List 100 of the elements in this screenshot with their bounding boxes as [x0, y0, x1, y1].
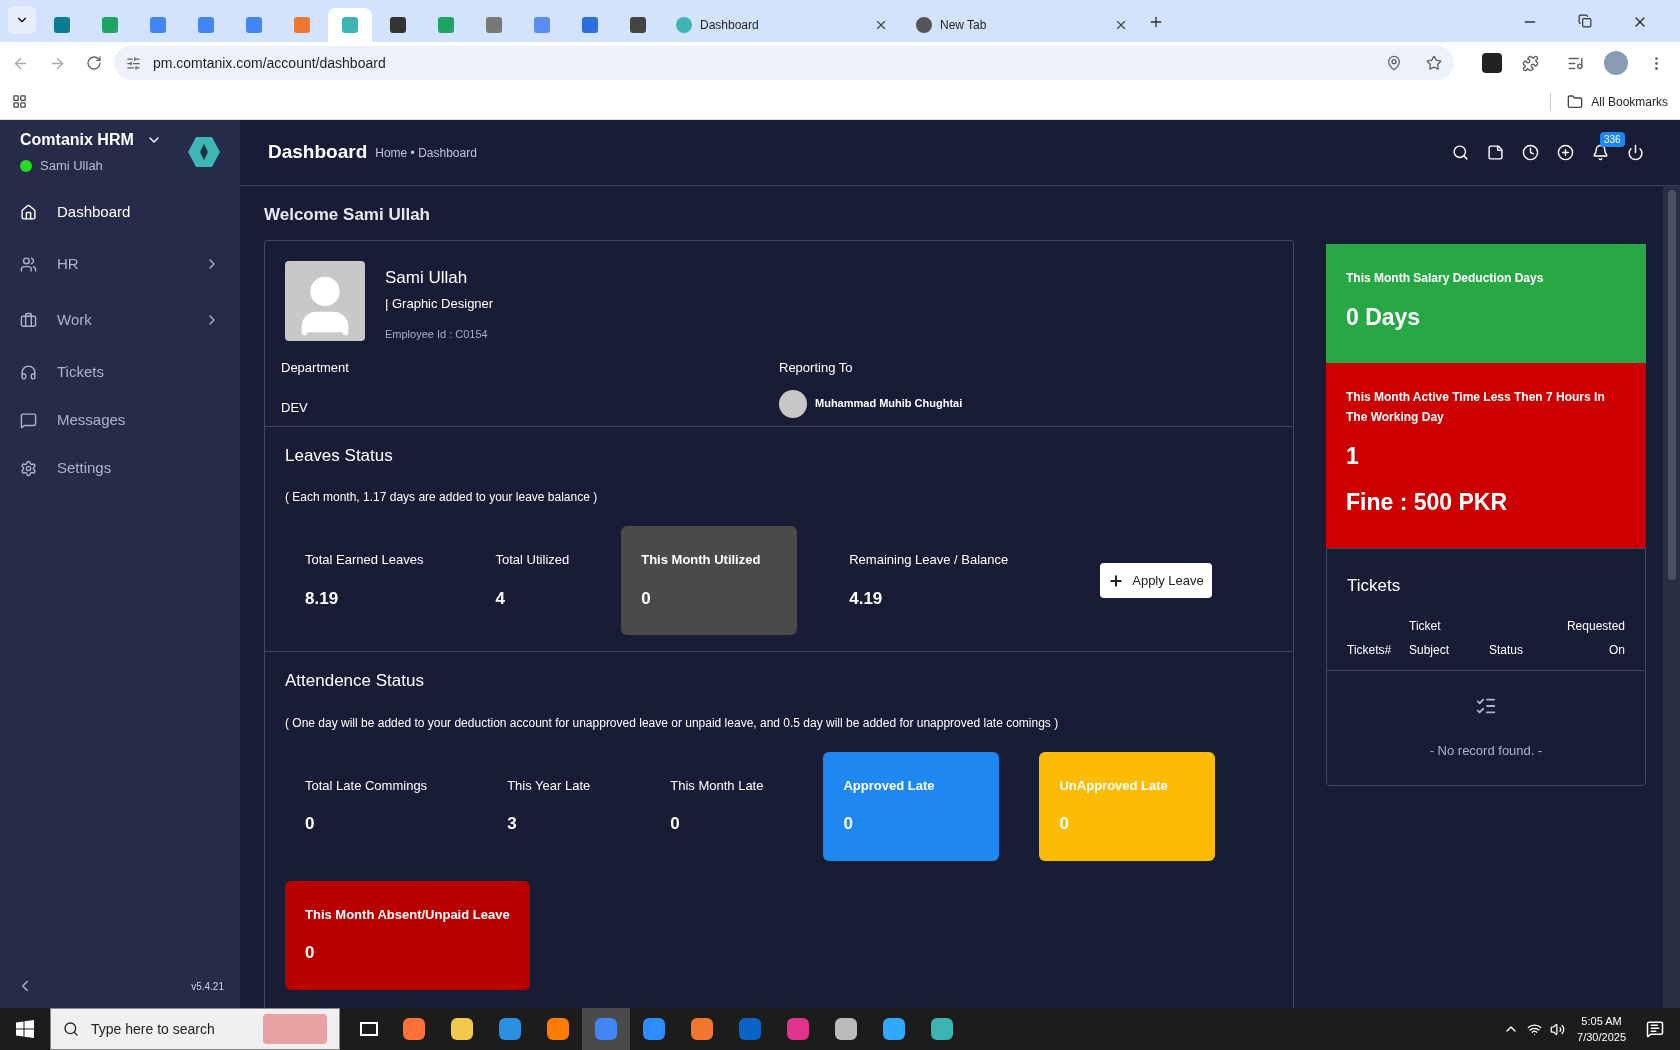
task-view-icon[interactable]: [360, 1022, 378, 1036]
avatar-icon[interactable]: [1604, 51, 1628, 75]
close-icon[interactable]: [874, 18, 888, 32]
search-highlight-picture: [263, 1014, 327, 1044]
briefcase-icon: [20, 311, 37, 329]
folder-icon: [1567, 93, 1584, 110]
welcome-heading: Welcome Sami Ullah: [264, 204, 431, 226]
column-header: Requested On: [1565, 618, 1625, 659]
apply-leave-button[interactable]: Apply Leave: [1100, 562, 1212, 599]
stat-label: UnApproved Late: [1059, 776, 1169, 795]
avatar-placeholder: [779, 389, 807, 418]
column-header: Tickets#: [1347, 642, 1393, 659]
stat-label: This Month Absent/Unpaid Leave: [305, 905, 510, 924]
network-icon[interactable]: [1527, 1021, 1543, 1037]
section-note: ( One day will be added to your deduction account for unapproved leave or unpaid leave, and 0.5 day will be added for unapproved late comings ): [285, 714, 1060, 732]
people-icon: [20, 255, 37, 273]
section-note: ( Each month, 1.17 days are added to your leave balance ): [285, 489, 599, 506]
stat-value: 0: [1059, 813, 1070, 835]
reload-icon[interactable]: [86, 55, 102, 71]
column-header: Ticket Subject: [1409, 618, 1451, 659]
notification-badge: 336: [1600, 132, 1625, 147]
stat-value: 8.19: [305, 587, 340, 610]
taskbar-search-field[interactable]: Type here to search: [50, 1008, 340, 1050]
clock[interactable]: 5:05 AM 7/30/2025: [1577, 1013, 1626, 1045]
search-icon[interactable]: [1452, 144, 1469, 161]
sidebar-item[interactable]: Work: [0, 292, 240, 348]
sidebar-item[interactable]: HR: [0, 236, 240, 292]
browser-tab[interactable]: New Tab: [904, 8, 1140, 42]
apps-icon[interactable]: [12, 94, 27, 109]
tab-title: New Tab: [940, 17, 988, 34]
stat-value: 0: [843, 813, 854, 835]
stat-label: This Month Late: [670, 776, 764, 795]
extension-icon[interactable]: [1482, 53, 1502, 73]
stat-label: Approved Late: [843, 776, 936, 795]
volume-icon[interactable]: [1550, 1021, 1566, 1037]
card-value: Fine : 500 PKR: [1346, 488, 1509, 517]
bell-icon[interactable]: [1592, 144, 1609, 161]
empty-message: - No record found. -: [1429, 742, 1543, 760]
breadcrumb: Home • Dashboard: [375, 144, 477, 162]
address-bar[interactable]: pm.comtanix.com/account/dashboard: [114, 46, 1454, 80]
employee-name: Sami Ullah: [385, 266, 469, 289]
clock-icon[interactable]: [1522, 144, 1539, 161]
panel-title: Tickets: [1346, 574, 1402, 597]
stat-value: 3: [507, 813, 518, 835]
message-icon: [20, 411, 37, 429]
sidebar-item[interactable]: Settings: [0, 444, 240, 492]
page-title: Dashboard: [268, 140, 368, 165]
version-text: v5.4.21: [191, 979, 224, 994]
power-icon[interactable]: [1627, 144, 1644, 161]
logo-icon: [188, 137, 220, 167]
card-title: This Month Active Time Less Then 7 Hours In The Working Day: [1346, 388, 1606, 426]
star-icon[interactable]: [1426, 55, 1442, 71]
field-label: Department: [281, 359, 350, 377]
stat-value: 0: [641, 587, 652, 610]
gear-icon: [20, 459, 37, 477]
stat-value: 4.19: [849, 587, 884, 610]
sidebar-item[interactable]: Tickets: [0, 348, 240, 396]
field-label: Reporting To: [779, 359, 854, 377]
stat-label: Remaining Leave / Balance: [849, 551, 1009, 569]
bookmarks-folder[interactable]: All Bookmarks: [1550, 92, 1668, 111]
stat-label: Total Earned Leaves: [305, 551, 424, 569]
manager-name: Muhammad Muhib Chughtai: [815, 396, 963, 412]
home-icon: [20, 203, 37, 221]
note-icon[interactable]: [1487, 144, 1504, 161]
scrollbar[interactable]: [1663, 186, 1680, 1008]
restore-icon[interactable]: [1578, 14, 1592, 28]
browser-tab[interactable]: Dashboard: [664, 8, 900, 42]
notification-icon[interactable]: [1646, 1020, 1664, 1038]
stat-value: 0: [305, 942, 316, 964]
location-icon: [1386, 55, 1402, 71]
puzzle-icon[interactable]: [1522, 54, 1539, 72]
card-value: 0 Days: [1346, 303, 1422, 332]
headset-icon: [20, 363, 37, 381]
card-value: 1: [1346, 441, 1360, 471]
stat-value: 0: [670, 813, 681, 835]
card-title: This Month Salary Deduction Days: [1346, 270, 1545, 287]
stat-label: Total Late Commings: [305, 776, 428, 795]
column-header: Status: [1488, 642, 1525, 659]
stat-label: Total Utilized: [495, 551, 570, 569]
field-value: DEV: [281, 398, 309, 417]
tab-title: Dashboard: [700, 17, 760, 34]
brand-menu[interactable]: Comtanix HRM: [20, 128, 162, 153]
sidebar-item[interactable]: Messages: [0, 396, 240, 444]
windows-logo-icon[interactable]: [16, 1020, 34, 1038]
url-text: pm.comtanix.com/account/dashboard: [153, 53, 387, 73]
stat-value: 4: [495, 587, 506, 610]
employee-role: | Graphic Designer: [385, 295, 494, 313]
stat-label: This Year Late: [507, 776, 591, 795]
section-title: Attendence Status: [285, 670, 425, 692]
new-tab-icon[interactable]: [1148, 14, 1164, 30]
stat-value: 0: [305, 813, 316, 835]
section-title: Leaves Status: [285, 444, 394, 467]
search-icon: [63, 1021, 79, 1037]
close-icon[interactable]: [1114, 18, 1128, 32]
user-name: Sami Ullah: [40, 157, 103, 176]
add-icon[interactable]: [1557, 144, 1574, 161]
site-info-icon: [126, 55, 141, 71]
stat-label: This Month Utilized: [641, 551, 762, 569]
sidebar-item[interactable]: Dashboard: [0, 188, 240, 236]
employee-id: Employee Id : C0154: [385, 326, 489, 342]
